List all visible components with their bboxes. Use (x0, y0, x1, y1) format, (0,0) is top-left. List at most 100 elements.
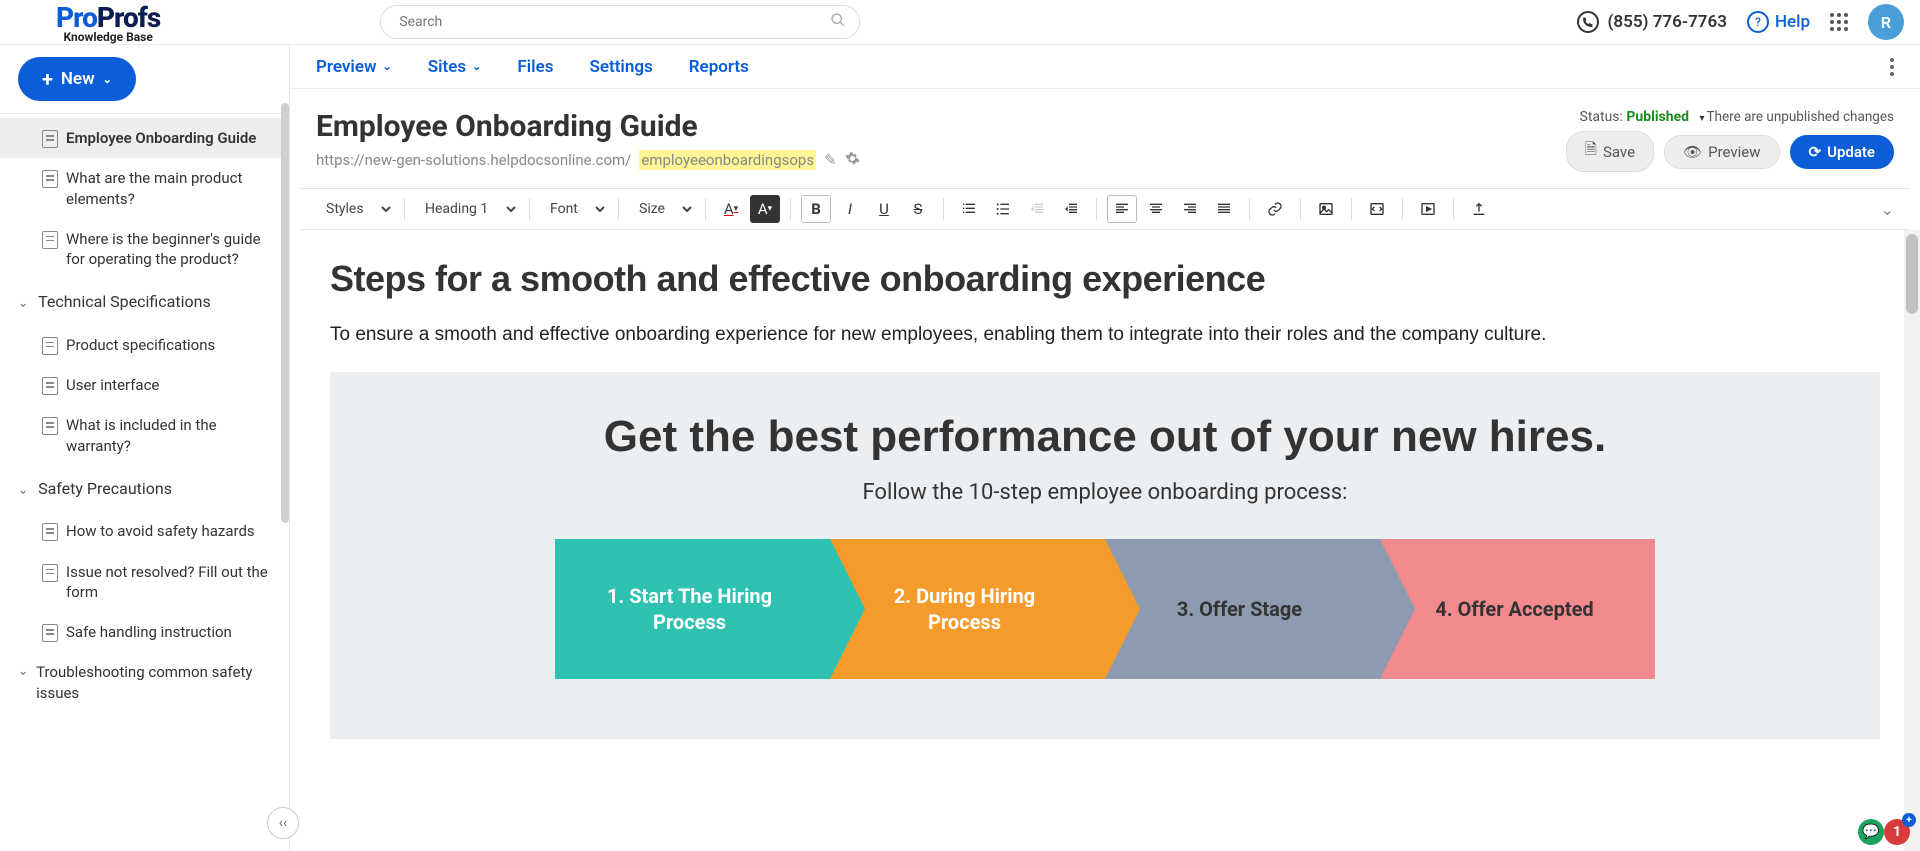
phone-text: (855) 776-7763 (1607, 12, 1726, 32)
tb-bold[interactable]: B (801, 195, 831, 223)
tb-list-ul[interactable] (988, 195, 1018, 223)
page-url-slug[interactable]: employeeonboardingsops (639, 150, 816, 170)
update-button[interactable]: ⟳ Update (1790, 135, 1894, 169)
sidebar: + New ⌄ Employee Onboarding Guide What a… (0, 45, 290, 851)
tb-outdent[interactable] (1022, 195, 1052, 223)
badge-notifications[interactable]: 1 + (1884, 819, 1910, 845)
tb-size[interactable]: Size (629, 196, 695, 222)
top-header: ProProfs Knowledge Base (855) 776-7763 ?… (0, 0, 1920, 45)
editor-scrollbar[interactable] (1904, 230, 1920, 851)
status-note: There are unpublished changes (1699, 109, 1894, 125)
sidebar-scrollbar[interactable] (281, 103, 289, 851)
sidebar-item-product-elements[interactable]: What are the main product elements? (0, 158, 289, 219)
sidebar-item-label: How to avoid safety hazards (66, 521, 255, 541)
editor-body[interactable]: Steps for a smooth and effective onboard… (290, 230, 1920, 767)
help-text: Help (1775, 12, 1810, 32)
sidebar-item-label: Employee Onboarding Guide (66, 128, 256, 148)
nav-preview[interactable]: Preview⌄ (316, 57, 392, 77)
tb-list-ol[interactable] (954, 195, 984, 223)
sidebar-item-label: Where is the beginner's guide for operat… (66, 229, 275, 270)
avatar[interactable]: R (1868, 4, 1904, 40)
tb-link[interactable] (1260, 195, 1290, 223)
header-right: (855) 776-7763 ? Help R (1577, 4, 1904, 40)
sidebar-category-label: Safety Precautions (38, 478, 172, 500)
process-step-label: 4. Offer Accepted (1435, 596, 1593, 622)
tb-strike[interactable]: S (903, 195, 933, 223)
eye-icon: 👁 (1683, 143, 1702, 161)
tb-italic[interactable]: I (835, 195, 865, 223)
sidebar-item-safety-hazards[interactable]: How to avoid safety hazards (0, 511, 289, 551)
sidebar-item-label: What are the main product elements? (66, 168, 275, 209)
tb-align-center[interactable] (1141, 195, 1171, 223)
nav-reports[interactable]: Reports (689, 57, 749, 77)
tb-align-left[interactable] (1107, 195, 1137, 223)
chevron-down-icon: ⌄ (103, 73, 112, 86)
page-header: Employee Onboarding Guide https://new-ge… (290, 89, 1920, 182)
nav-label: Settings (589, 57, 652, 77)
sidebar-item-beginners-guide[interactable]: Where is the beginner's guide for operat… (0, 219, 289, 280)
chevron-down-icon: ⌃ (18, 481, 28, 497)
tb-embed[interactable] (1362, 195, 1392, 223)
overflow-menu[interactable] (1890, 58, 1894, 76)
status-line: Status: Published There are unpublished … (1566, 109, 1894, 125)
phone-number[interactable]: (855) 776-7763 (1577, 11, 1726, 33)
nav-files[interactable]: Files (517, 57, 553, 77)
search-icon[interactable] (830, 12, 846, 32)
floating-badges: 💬 1 + (1858, 819, 1910, 845)
sidebar-item-user-interface[interactable]: User interface (0, 365, 289, 405)
save-icon: 🗎 (1585, 139, 1597, 164)
preview-button[interactable]: 👁 Preview (1664, 135, 1779, 169)
edit-url-icon[interactable]: ✎ (824, 151, 837, 169)
sidebar-item-warranty[interactable]: What is included in the warranty? (0, 405, 289, 466)
update-icon: ⟳ (1809, 143, 1822, 161)
new-button-label: New (61, 69, 95, 89)
process-steps: 1. Start The Hiring Process 2. During Hi… (555, 539, 1655, 679)
new-button[interactable]: + New ⌄ (18, 57, 136, 101)
tb-indent[interactable] (1056, 195, 1086, 223)
chevron-down-icon: ⌃ (18, 294, 28, 310)
tb-font[interactable]: Font (540, 196, 608, 222)
tb-align-right[interactable] (1175, 195, 1205, 223)
logo[interactable]: ProProfs Knowledge Base (56, 1, 160, 44)
nav-settings[interactable]: Settings (589, 57, 652, 77)
sidebar-item-issue-form[interactable]: Issue not resolved? Fill out the form (0, 552, 289, 613)
tb-styles[interactable]: Styles (316, 196, 394, 222)
tb-upload[interactable] (1464, 195, 1494, 223)
tb-underline[interactable]: U (869, 195, 899, 223)
badge-chat[interactable]: 💬 (1858, 819, 1884, 845)
process-step-label: 3. Offer Stage (1177, 596, 1302, 622)
tb-video[interactable] (1413, 195, 1443, 223)
process-step-label: 1. Start The Hiring Process (585, 583, 794, 635)
help-icon: ? (1747, 11, 1769, 33)
gear-icon[interactable] (845, 151, 860, 170)
document-icon (42, 523, 58, 541)
tb-image[interactable] (1311, 195, 1341, 223)
tb-expand[interactable]: ⌄ (1881, 200, 1894, 219)
tb-highlight[interactable]: A▾ (750, 195, 780, 223)
document-icon (42, 377, 58, 395)
help-link[interactable]: ? Help (1747, 11, 1810, 33)
sidebar-item-onboarding-guide[interactable]: Employee Onboarding Guide (0, 118, 289, 158)
sidebar-item-label: Troubleshooting common safety issues (36, 662, 275, 703)
plus-icon: + (42, 67, 53, 91)
nav-sites[interactable]: Sites⌄ (428, 57, 482, 77)
process-step-4: 4. Offer Accepted (1380, 539, 1655, 679)
page-url-base: https://new-gen-solutions.helpdocsonline… (316, 151, 631, 169)
chevron-down-icon: ⌄ (472, 60, 481, 73)
sidebar-category-technical-specs[interactable]: ⌃ Technical Specifications (0, 279, 289, 325)
sidebar-item-product-specifications[interactable]: Product specifications (0, 325, 289, 365)
sidebar-item-label: Issue not resolved? Fill out the form (66, 562, 275, 603)
tb-align-justify[interactable] (1209, 195, 1239, 223)
sidebar-item-troubleshooting[interactable]: ⌃ Troubleshooting common safety issues (0, 652, 289, 713)
sidebar-item-safe-handling[interactable]: Safe handling instruction (0, 612, 289, 652)
apps-icon[interactable] (1830, 13, 1848, 31)
tb-text-color[interactable]: A▾ (716, 195, 746, 223)
document-icon (42, 231, 58, 249)
infographic: Get the best performance out of your new… (330, 372, 1880, 739)
save-label: Save (1603, 143, 1635, 161)
search-input[interactable] (380, 5, 860, 39)
logo-subtitle: Knowledge Base (63, 30, 152, 44)
tb-heading[interactable]: Heading 1 (415, 196, 519, 222)
save-button[interactable]: 🗎 Save (1566, 131, 1654, 172)
sidebar-category-safety[interactable]: ⌃ Safety Precautions (0, 466, 289, 512)
